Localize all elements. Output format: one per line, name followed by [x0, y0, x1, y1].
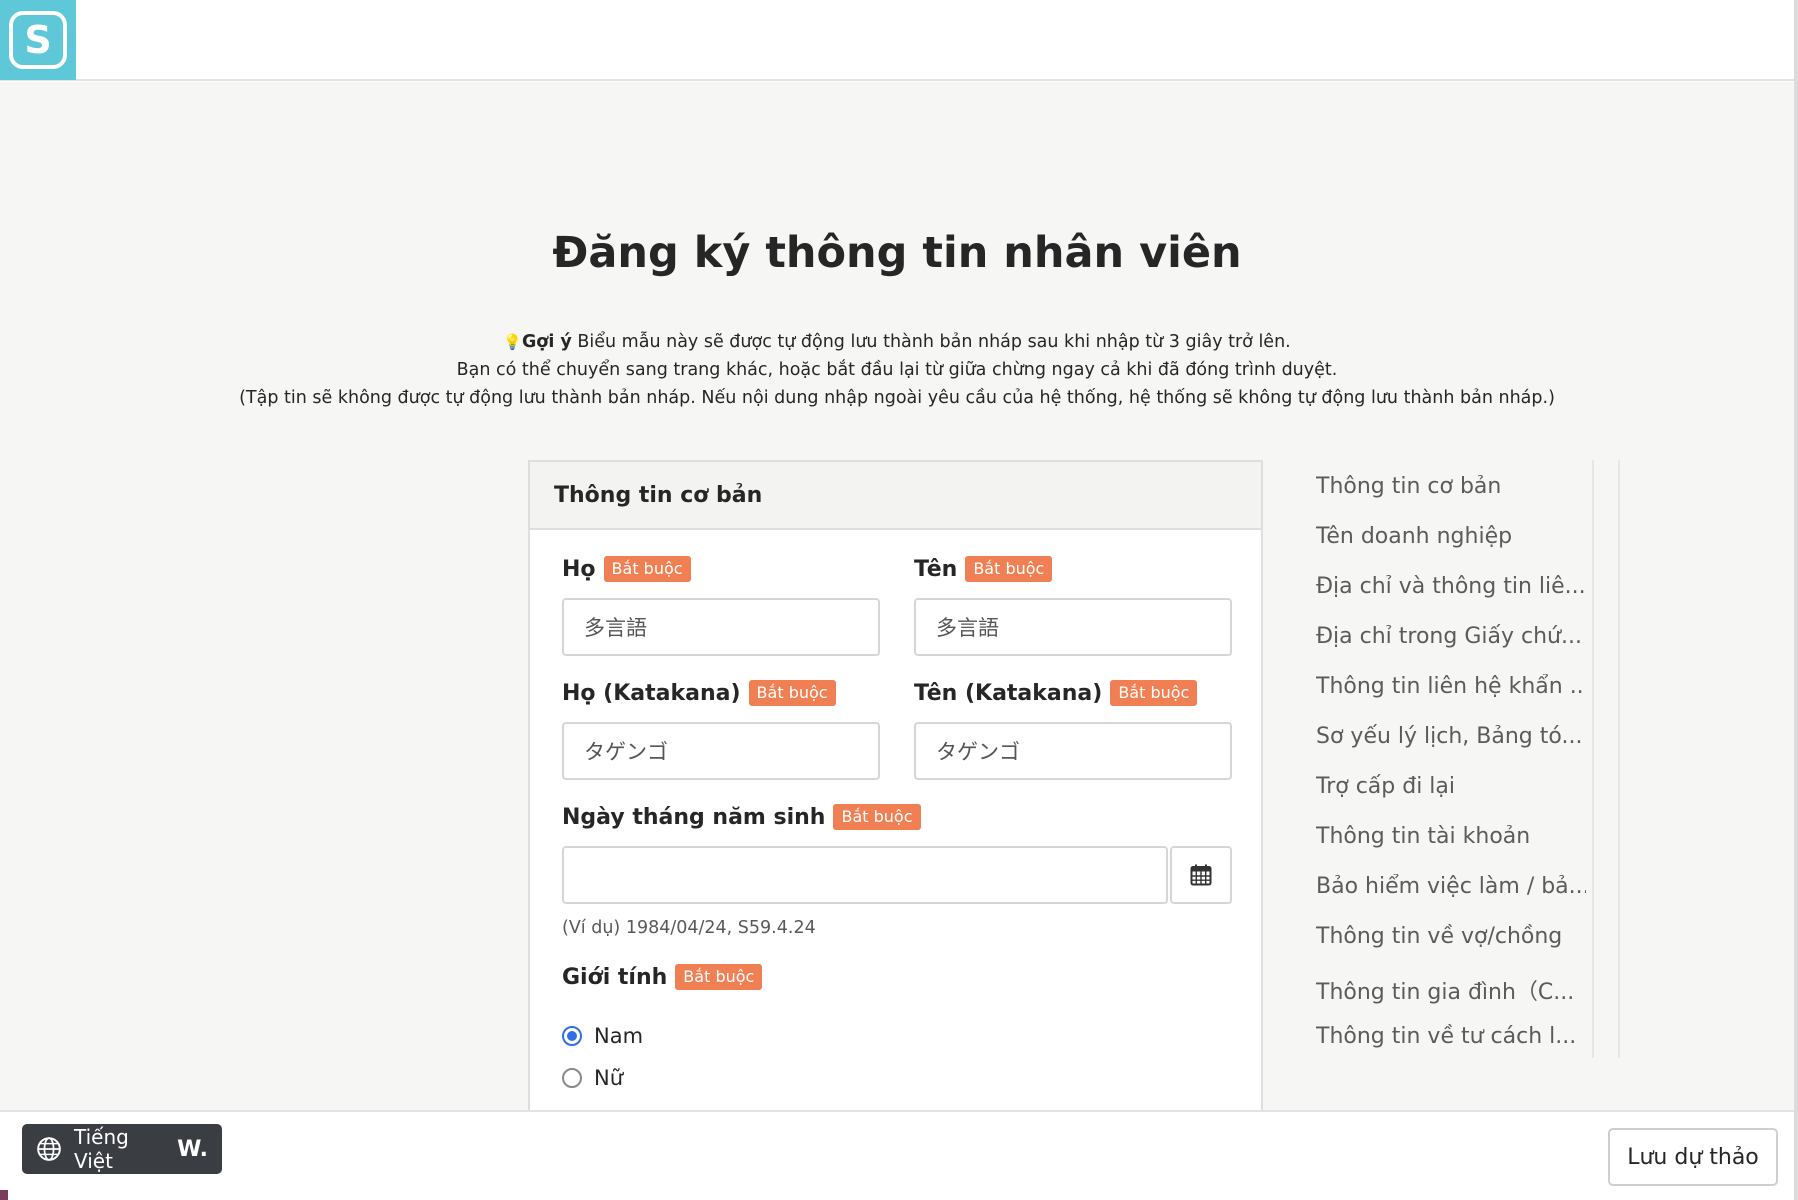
nav-item-emergency-contact[interactable]: Thông tin liên hệ khẩn ...: [1316, 674, 1586, 699]
required-badge: Bắt buộc: [965, 556, 1053, 582]
section-nav: Thông tin cơ bản Tên doanh nghiệp Địa ch…: [1300, 460, 1620, 1058]
nav-item-basic-info[interactable]: Thông tin cơ bản: [1316, 474, 1586, 499]
main-content: Đăng ký thông tin nhân viên 💡Gợi ý Biểu …: [0, 82, 1794, 1110]
birthdate-example: (Ví dụ) 1984/04/24, S59.4.24: [562, 918, 816, 938]
nav-item-address-contact[interactable]: Địa chỉ và thông tin liê...: [1316, 574, 1586, 599]
section-nav-scrollbar[interactable]: [1592, 460, 1620, 1058]
radio-unchecked-icon[interactable]: [562, 1068, 582, 1088]
required-badge: Bắt buộc: [603, 556, 691, 582]
basic-info-card: Thông tin cơ bản Họ Bắt buộc 多言語 Tên Bắt…: [528, 460, 1263, 1110]
logo-icon: S: [9, 11, 67, 69]
gender-label-text: Giới tính: [562, 964, 668, 990]
last-name-label-text: Họ: [562, 556, 596, 582]
nav-item-family-info[interactable]: Thông tin gia đình（C...: [1316, 974, 1586, 1006]
nav-item-spouse-info[interactable]: Thông tin về vợ/chồng: [1316, 924, 1586, 949]
birthdate-label-text: Ngày tháng năm sinh: [562, 804, 826, 830]
wovn-logo: W.: [177, 1136, 208, 1162]
first-name-input[interactable]: 多言語: [914, 598, 1232, 656]
first-name-label-text: Tên: [914, 556, 958, 582]
first-name-kana-input[interactable]: タゲンゴ: [914, 722, 1232, 780]
first-name-label: Tên Bắt buộc: [914, 556, 1053, 582]
required-badge: Bắt buộc: [675, 964, 763, 990]
language-switcher[interactable]: Tiếng Việt W.: [22, 1124, 222, 1174]
first-name-kana-value: タゲンゴ: [936, 740, 1020, 764]
last-name-kana-input[interactable]: タゲンゴ: [562, 722, 880, 780]
hint-line-3: (Tập tin sẽ không được tự động lưu thành…: [239, 388, 1555, 408]
first-name-value: 多言語: [936, 616, 999, 640]
lightbulb-icon: 💡: [503, 333, 522, 351]
calendar-button[interactable]: [1170, 846, 1232, 904]
corner-accent: [0, 1190, 8, 1200]
hint-line-1: 💡Gợi ý Biểu mẫu này sẽ được tự động lưu …: [0, 328, 1794, 356]
radio-checked-icon[interactable]: [562, 1026, 582, 1046]
card-title: Thông tin cơ bản: [530, 462, 1261, 530]
required-badge: Bắt buộc: [748, 680, 836, 706]
globe-icon: [36, 1136, 62, 1162]
top-bar: S: [0, 0, 1794, 81]
nav-item-company-name[interactable]: Tên doanh nghiệp: [1316, 524, 1586, 549]
hint-text-1: Biểu mẫu này sẽ được tự động lưu thành b…: [571, 332, 1291, 352]
window-scrollbar[interactable]: [1794, 0, 1798, 1200]
last-name-input[interactable]: 多言語: [562, 598, 880, 656]
nav-item-resume[interactable]: Sơ yếu lý lịch, Bảng tó...: [1316, 724, 1586, 749]
gender-option-label: Nam: [594, 1024, 644, 1048]
save-draft-button[interactable]: Lưu dự thảo: [1608, 1128, 1778, 1186]
gender-option-label: Nữ: [594, 1066, 624, 1090]
birthdate-label: Ngày tháng năm sinh Bắt buộc: [562, 804, 921, 830]
bottom-bar: Tiếng Việt W. Lưu dự thảo: [0, 1110, 1794, 1200]
autosave-hint: 💡Gợi ý Biểu mẫu này sẽ được tự động lưu …: [0, 328, 1794, 412]
last-name-label: Họ Bắt buộc: [562, 556, 691, 582]
app-logo[interactable]: S: [0, 0, 76, 80]
nav-item-residence-status[interactable]: Thông tin về tư cách l...: [1316, 1024, 1586, 1049]
nav-item-commute-allowance[interactable]: Trợ cấp đi lại: [1316, 774, 1586, 799]
gender-label: Giới tính Bắt buộc: [562, 964, 763, 990]
birthdate-input[interactable]: [562, 846, 1168, 904]
last-name-kana-label: Họ (Katakana) Bắt buộc: [562, 680, 836, 706]
required-badge: Bắt buộc: [1110, 680, 1198, 706]
hint-label: Gợi ý: [521, 332, 572, 352]
gender-option-male[interactable]: Nam: [562, 1024, 643, 1048]
last-name-value: 多言語: [584, 616, 647, 640]
first-name-kana-label: Tên (Katakana) Bắt buộc: [914, 680, 1198, 706]
nav-item-certificate-address[interactable]: Địa chỉ trong Giấy chứ...: [1316, 624, 1586, 649]
last-name-kana-value: タゲンゴ: [584, 740, 668, 764]
hint-line-2: Bạn có thể chuyển sang trang khác, hoặc …: [456, 360, 1338, 380]
language-label: Tiếng Việt: [74, 1125, 129, 1173]
logo-letter: S: [24, 18, 52, 62]
page-title: Đăng ký thông tin nhân viên: [552, 228, 1242, 278]
last-name-kana-label-text: Họ (Katakana): [562, 680, 741, 706]
calendar-icon: [1190, 864, 1212, 886]
required-badge: Bắt buộc: [833, 804, 921, 830]
nav-item-employment-insurance[interactable]: Bảo hiểm việc làm / bả...: [1316, 874, 1586, 899]
gender-option-female[interactable]: Nữ: [562, 1066, 623, 1090]
first-name-kana-label-text: Tên (Katakana): [914, 680, 1103, 706]
nav-item-account-info[interactable]: Thông tin tài khoản: [1316, 824, 1586, 849]
